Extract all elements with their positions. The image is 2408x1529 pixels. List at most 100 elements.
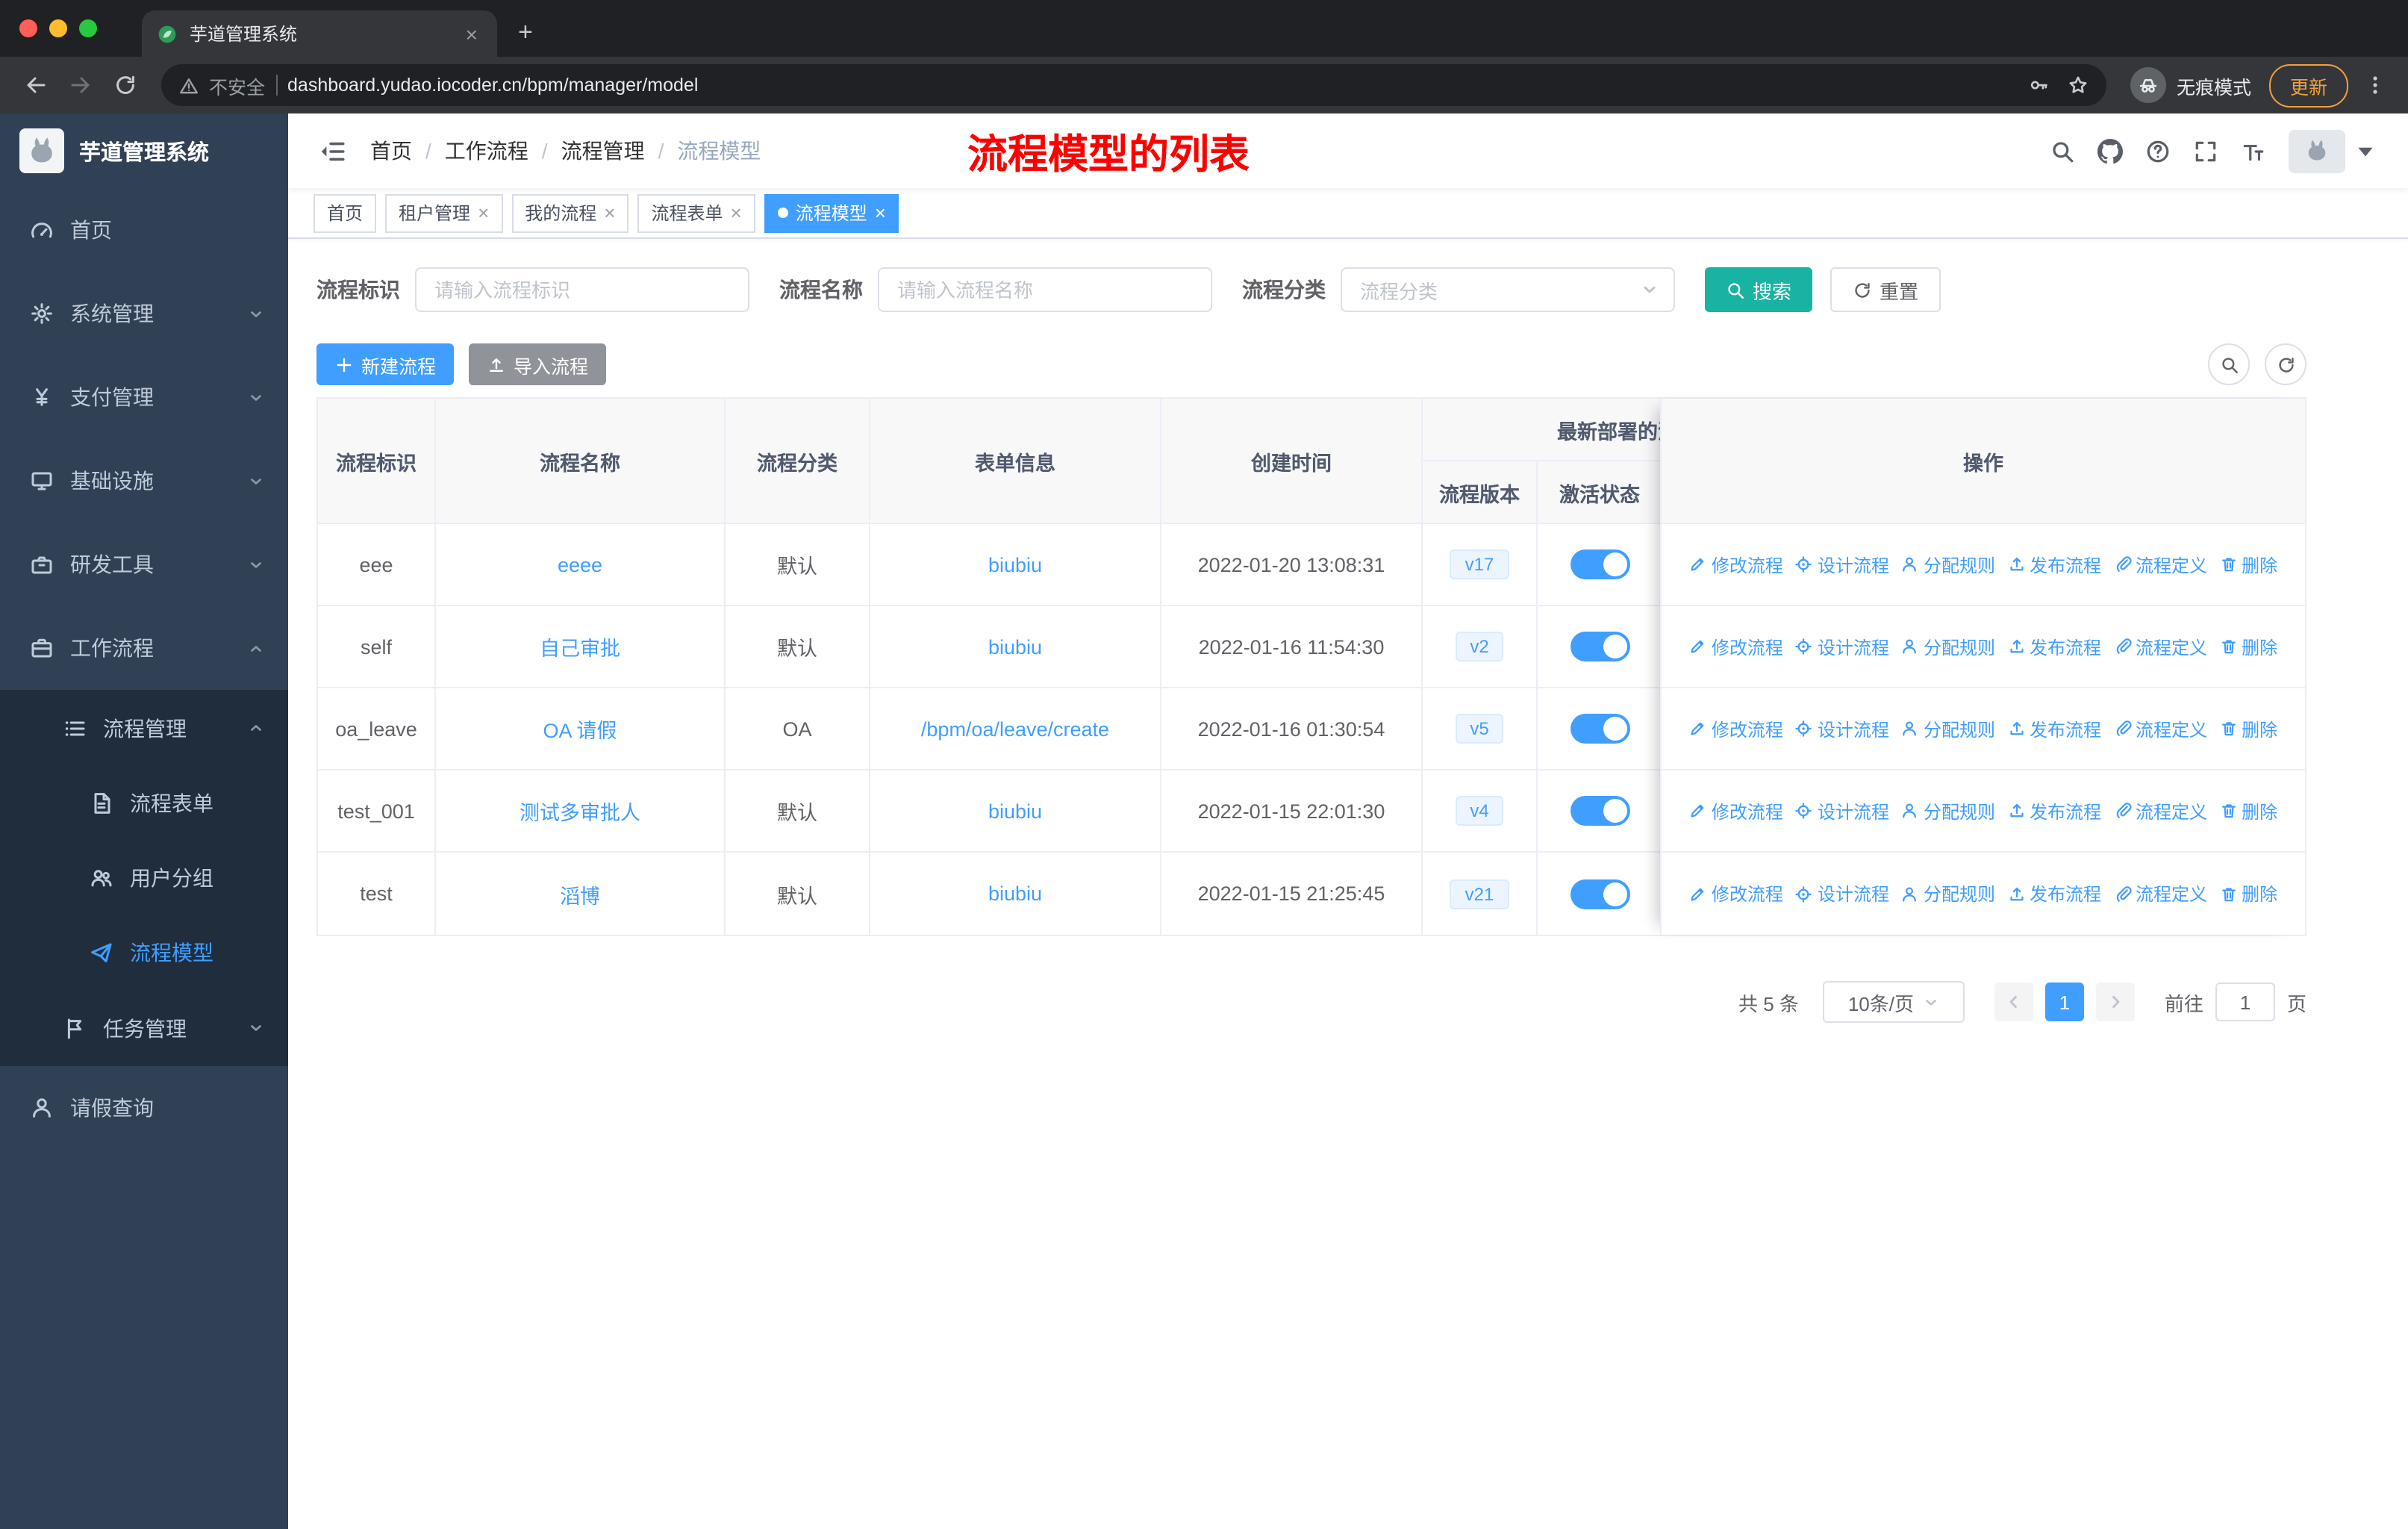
action-delete[interactable]: 删除 (2219, 634, 2277, 659)
address-bar[interactable]: 不安全 dashboard.yudao.iocoder.cn/bpm/manag… (161, 64, 2106, 106)
action-delete[interactable]: 删除 (2219, 716, 2277, 741)
action-process-definition[interactable]: 流程定义 (2113, 716, 2207, 741)
close-icon[interactable]: × (731, 203, 742, 222)
breadcrumb-workflow[interactable]: 工作流程 (445, 136, 528, 166)
close-icon[interactable]: × (478, 203, 489, 222)
sidebar-item-system[interactable]: 系统管理 (0, 272, 288, 355)
sidebar-item-process-form[interactable]: 流程表单 (0, 766, 288, 841)
create-process-button[interactable]: 新建流程 (316, 343, 455, 385)
action-delete[interactable]: 删除 (2219, 881, 2277, 906)
user-avatar-menu[interactable] (2289, 129, 2378, 172)
tag-my-process[interactable]: 我的流程 × (511, 193, 629, 232)
browser-tab[interactable]: 芋道管理系统 × (142, 10, 497, 57)
form-info-link[interactable]: biubiu (988, 553, 1042, 576)
action-process-definition[interactable]: 流程定义 (2113, 881, 2207, 906)
action-modify-process[interactable]: 修改流程 (1689, 798, 1783, 823)
tag-process-form[interactable]: 流程表单 × (637, 193, 755, 232)
active-toggle[interactable] (1570, 796, 1629, 826)
action-assign-rules[interactable]: 分配规则 (1901, 881, 1995, 906)
search-button[interactable]: 搜索 (1705, 267, 1813, 312)
fullscreen-icon[interactable] (2193, 138, 2218, 164)
toggle-search-button[interactable] (2208, 343, 2250, 385)
tag-home[interactable]: 首页 (314, 193, 377, 232)
help-icon[interactable] (2145, 138, 2171, 164)
sidebar-item-devtools[interactable]: 研发工具 (0, 523, 288, 606)
forward-button[interactable] (60, 64, 102, 106)
update-browser-button[interactable]: 更新 (2268, 63, 2348, 107)
action-process-definition[interactable]: 流程定义 (2113, 634, 2207, 659)
sidebar-item-leave-query[interactable]: 请假查询 (0, 1066, 288, 1150)
action-process-definition[interactable]: 流程定义 (2113, 552, 2207, 577)
action-design-process[interactable]: 设计流程 (1795, 881, 1889, 906)
form-info-link[interactable]: biubiu (988, 882, 1042, 905)
reset-button[interactable]: 重置 (1830, 267, 1941, 312)
form-info-link[interactable]: biubiu (988, 635, 1042, 658)
maximize-window-button[interactable] (79, 19, 97, 37)
action-assign-rules[interactable]: 分配规则 (1901, 634, 1995, 659)
sidebar-item-task-mgmt[interactable]: 任务管理 (0, 990, 288, 1066)
active-toggle[interactable] (1570, 549, 1629, 579)
action-publish-process[interactable]: 发布流程 (2007, 798, 2101, 823)
key-icon[interactable] (2029, 75, 2050, 96)
action-design-process[interactable]: 设计流程 (1795, 716, 1889, 741)
github-icon[interactable] (2097, 138, 2123, 164)
process-name-link[interactable]: OA 请假 (543, 720, 617, 742)
search-icon[interactable] (2050, 138, 2075, 164)
action-delete[interactable]: 删除 (2219, 552, 2277, 577)
new-tab-button[interactable]: + (497, 18, 533, 57)
sidebar-item-infra[interactable]: 基础设施 (0, 439, 288, 523)
sidebar-item-user-group[interactable]: 用户分组 (0, 841, 288, 915)
action-modify-process[interactable]: 修改流程 (1689, 881, 1783, 906)
bookmark-star-icon[interactable] (2068, 75, 2089, 96)
action-process-definition[interactable]: 流程定义 (2113, 798, 2207, 823)
close-window-button[interactable] (19, 19, 37, 37)
back-button[interactable] (15, 64, 57, 106)
sidebar-item-process-mgmt[interactable]: 流程管理 (0, 690, 288, 766)
breadcrumb-home[interactable]: 首页 (370, 136, 412, 166)
action-design-process[interactable]: 设计流程 (1795, 798, 1889, 823)
process-name-input[interactable] (878, 267, 1212, 312)
action-publish-process[interactable]: 发布流程 (2007, 634, 2101, 659)
action-assign-rules[interactable]: 分配规则 (1901, 716, 1995, 741)
action-modify-process[interactable]: 修改流程 (1689, 552, 1783, 577)
action-assign-rules[interactable]: 分配规则 (1901, 552, 1995, 577)
action-modify-process[interactable]: 修改流程 (1689, 634, 1783, 659)
page-number-1[interactable]: 1 (2044, 983, 2084, 1021)
process-name-link[interactable]: 自己审批 (540, 638, 620, 660)
action-design-process[interactable]: 设计流程 (1795, 552, 1889, 577)
form-info-link[interactable]: /bpm/oa/leave/create (921, 717, 1109, 740)
action-design-process[interactable]: 设计流程 (1795, 634, 1889, 659)
process-name-link[interactable]: eeee (558, 553, 602, 576)
sidebar-item-home[interactable]: 首页 (0, 188, 288, 272)
process-name-link[interactable]: 测试多审批人 (520, 802, 640, 824)
next-page-button[interactable] (2095, 983, 2135, 1021)
tag-tenant-mgmt[interactable]: 租户管理 × (385, 193, 503, 232)
collapse-sidebar-icon[interactable] (318, 137, 346, 165)
action-modify-process[interactable]: 修改流程 (1689, 716, 1783, 741)
active-toggle[interactable] (1570, 879, 1629, 909)
process-category-select[interactable]: 流程分类 (1341, 267, 1675, 312)
active-toggle[interactable] (1570, 714, 1629, 744)
minimize-window-button[interactable] (49, 19, 67, 37)
font-size-icon[interactable] (2241, 138, 2266, 164)
action-delete[interactable]: 删除 (2219, 798, 2277, 823)
goto-page-input[interactable] (2215, 983, 2275, 1021)
sidebar-item-process-model[interactable]: 流程模型 (0, 915, 288, 990)
tag-process-model[interactable]: 流程模型 × (764, 193, 899, 232)
breadcrumb-process-mgmt[interactable]: 流程管理 (561, 136, 645, 166)
process-name-link[interactable]: 滔博 (560, 885, 600, 907)
reload-button[interactable] (105, 64, 146, 106)
action-publish-process[interactable]: 发布流程 (2007, 552, 2101, 577)
form-info-link[interactable]: biubiu (988, 800, 1042, 822)
prev-page-button[interactable] (1994, 983, 2033, 1021)
sidebar-item-payment[interactable]: 支付管理 (0, 355, 288, 439)
action-publish-process[interactable]: 发布流程 (2007, 881, 2101, 906)
close-icon[interactable]: × (604, 203, 615, 222)
action-publish-process[interactable]: 发布流程 (2007, 716, 2101, 741)
browser-menu-icon[interactable] (2357, 73, 2393, 97)
import-process-button[interactable]: 导入流程 (469, 343, 607, 385)
sidebar-item-workflow[interactable]: 工作流程 (0, 606, 288, 690)
active-toggle[interactable] (1570, 632, 1629, 661)
page-size-select[interactable]: 10条/页 (1822, 981, 1965, 1023)
process-id-input[interactable] (415, 267, 749, 312)
